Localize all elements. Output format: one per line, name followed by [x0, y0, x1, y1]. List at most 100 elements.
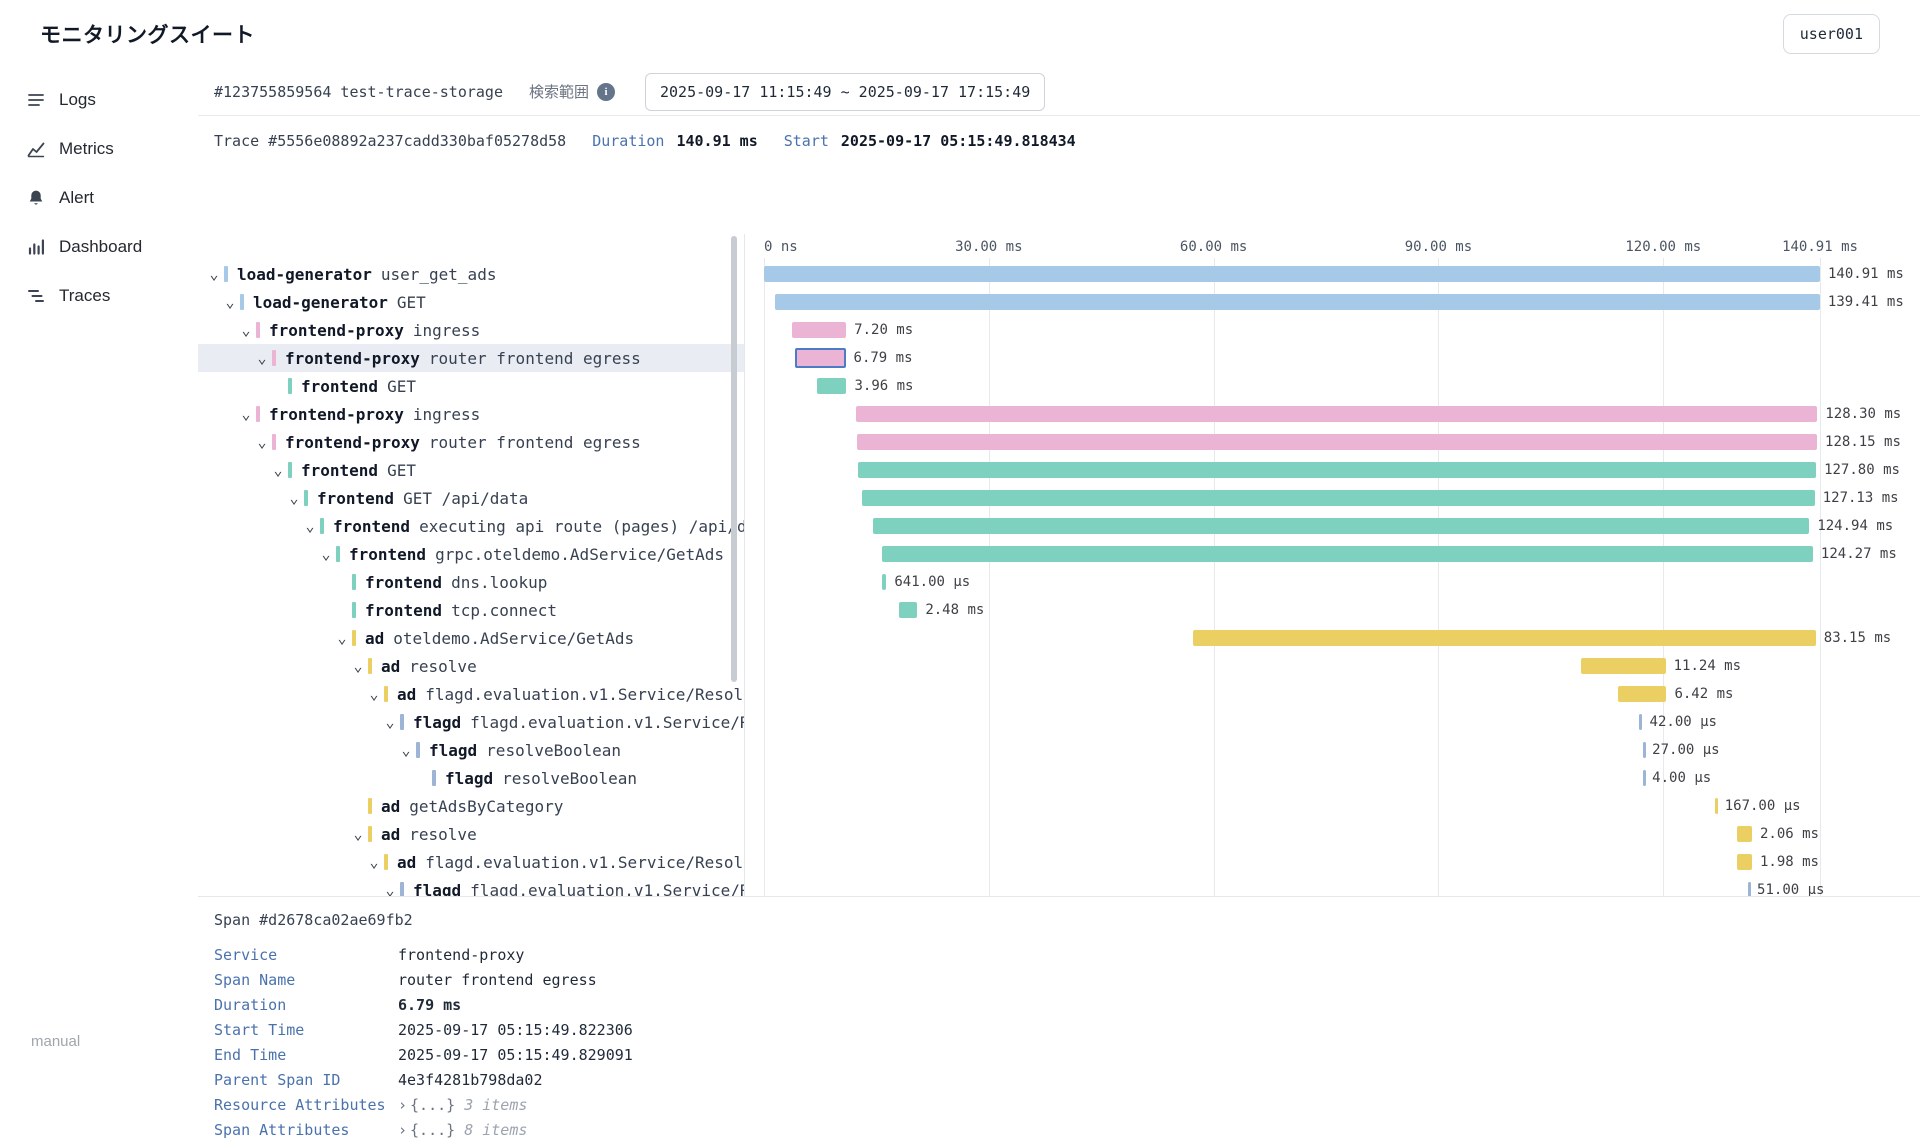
span-tree-row[interactable]: frontenddns.lookup: [198, 568, 744, 596]
chevron-down-icon[interactable]: ⌄: [348, 656, 368, 676]
span-tree-row[interactable]: ⌄adflagd.evaluation.v1.Service/ResolveBo…: [198, 848, 744, 876]
time-range-button[interactable]: 2025-09-17 11:15:49 ~ 2025-09-17 17:15:4…: [645, 73, 1045, 111]
span-bar[interactable]: [1715, 798, 1718, 814]
user-button[interactable]: user001: [1783, 14, 1880, 54]
span-tree-row[interactable]: ⌄adresolve: [198, 820, 744, 848]
span-tree-row[interactable]: ⌄frontend-proxyingress: [198, 400, 744, 428]
duration-link[interactable]: Duration: [592, 132, 664, 150]
field-value[interactable]: ›{...}8 items: [398, 1121, 527, 1139]
waterfall-row[interactable]: 124.27 ms: [764, 540, 1820, 568]
span-bar[interactable]: [1643, 742, 1646, 758]
span-bar[interactable]: [1737, 854, 1752, 870]
sidebar-item-dashboard[interactable]: Dashboard: [0, 227, 198, 267]
span-tree-row[interactable]: flagdresolveBoolean: [198, 764, 744, 792]
span-bar[interactable]: [1618, 686, 1666, 702]
span-bar[interactable]: [1748, 882, 1751, 896]
span-bar[interactable]: [862, 490, 1815, 506]
chevron-down-icon[interactable]: ⌄: [396, 740, 416, 760]
waterfall-row[interactable]: 51.00 µs: [764, 876, 1820, 896]
chevron-down-icon[interactable]: ⌄: [348, 824, 368, 844]
span-bar[interactable]: [899, 602, 918, 618]
waterfall-row[interactable]: 127.80 ms: [764, 456, 1820, 484]
span-bar[interactable]: [1639, 714, 1642, 730]
span-bar[interactable]: [1193, 630, 1816, 646]
span-tree-row[interactable]: ⌄load-generatorGET: [198, 288, 744, 316]
sidebar-item-traces[interactable]: Traces: [0, 276, 198, 316]
waterfall-row[interactable]: 124.94 ms: [764, 512, 1820, 540]
waterfall-row[interactable]: 2.48 ms: [764, 596, 1820, 624]
field-value[interactable]: ›{...}3 items: [398, 1096, 527, 1114]
waterfall-row[interactable]: 139.41 ms: [764, 288, 1820, 316]
span-tree-row[interactable]: ⌄adoteldemo.AdService/GetAds: [198, 624, 744, 652]
chevron-down-icon[interactable]: ⌄: [380, 880, 400, 896]
waterfall-row[interactable]: 27.00 µs: [764, 736, 1820, 764]
chevron-down-icon[interactable]: ⌄: [204, 264, 224, 284]
span-bar[interactable]: [817, 378, 847, 394]
waterfall-row[interactable]: 128.30 ms: [764, 400, 1820, 428]
chevron-down-icon[interactable]: ⌄: [252, 432, 272, 452]
waterfall-row[interactable]: 42.00 µs: [764, 708, 1820, 736]
span-bar[interactable]: [882, 574, 887, 590]
span-bar[interactable]: [1643, 770, 1646, 786]
span-bar[interactable]: [873, 518, 1809, 534]
waterfall-row[interactable]: 11.24 ms: [764, 652, 1820, 680]
chevron-down-icon[interactable]: ⌄: [332, 628, 352, 648]
waterfall-row[interactable]: 2.06 ms: [764, 820, 1820, 848]
chevron-down-icon[interactable]: ⌄: [220, 292, 240, 312]
start-link[interactable]: Start: [784, 132, 829, 150]
waterfall-row[interactable]: 83.15 ms: [764, 624, 1820, 652]
tree-scrollbar[interactable]: [731, 236, 737, 682]
sidebar-item-metrics[interactable]: Metrics: [0, 129, 198, 169]
span-tree-row[interactable]: ⌄load-generatoruser_get_ads: [198, 260, 744, 288]
span-bar[interactable]: [858, 462, 1816, 478]
waterfall-row[interactable]: 6.79 ms: [764, 344, 1820, 372]
waterfall-row[interactable]: 641.00 µs: [764, 568, 1820, 596]
span-tree-row[interactable]: ⌄frontend-proxyrouter frontend egress: [198, 344, 744, 372]
waterfall-row[interactable]: 3.96 ms: [764, 372, 1820, 400]
chevron-down-icon[interactable]: ⌄: [300, 516, 320, 536]
span-bar[interactable]: [856, 406, 1817, 422]
span-tree-row[interactable]: ⌄frontendGET /api/data: [198, 484, 744, 512]
span-bar[interactable]: [775, 294, 1820, 310]
span-tree-row[interactable]: ⌄frontend-proxyrouter frontend egress: [198, 428, 744, 456]
span-tree-row[interactable]: ⌄flagdflagd.evaluation.v1.Service/Resolv…: [198, 708, 744, 736]
span-tree-row[interactable]: ⌄frontend-proxyingress: [198, 316, 744, 344]
sidebar-item-alert[interactable]: Alert: [0, 178, 198, 218]
chevron-down-icon[interactable]: ⌄: [236, 320, 256, 340]
chevron-down-icon[interactable]: ⌄: [268, 460, 288, 480]
span-bar[interactable]: [1581, 658, 1665, 674]
chevron-down-icon[interactable]: ⌄: [316, 544, 336, 564]
chevron-down-icon[interactable]: ⌄: [364, 684, 384, 704]
chevron-down-icon[interactable]: ⌄: [252, 348, 272, 368]
waterfall-row[interactable]: 167.00 µs: [764, 792, 1820, 820]
span-bar[interactable]: [1737, 826, 1752, 842]
chevron-down-icon[interactable]: ⌄: [284, 488, 304, 508]
waterfall-row[interactable]: 4.00 µs: [764, 764, 1820, 792]
span-bar-selected[interactable]: [795, 348, 846, 368]
waterfall-row[interactable]: 6.42 ms: [764, 680, 1820, 708]
span-bar[interactable]: [792, 322, 846, 338]
chevron-down-icon[interactable]: ⌄: [236, 404, 256, 424]
span-tree-row[interactable]: ⌄frontendexecuting api route (pages) /ap…: [198, 512, 744, 540]
waterfall-row[interactable]: 1.98 ms: [764, 848, 1820, 876]
waterfall-row[interactable]: 140.91 ms: [764, 260, 1820, 288]
span-tree-row[interactable]: ⌄frontendGET: [198, 456, 744, 484]
chevron-down-icon[interactable]: ⌄: [364, 852, 384, 872]
span-tree-row[interactable]: ⌄adresolve: [198, 652, 744, 680]
span-bar[interactable]: [764, 266, 1820, 282]
waterfall-row[interactable]: 127.13 ms: [764, 484, 1820, 512]
span-bar[interactable]: [857, 434, 1817, 450]
span-tree-row[interactable]: ⌄flagdresolveBoolean: [198, 736, 744, 764]
info-icon[interactable]: i: [597, 83, 615, 101]
waterfall-row[interactable]: 7.20 ms: [764, 316, 1820, 344]
span-tree-row[interactable]: ⌄frontendgrpc.oteldemo.AdService/GetAds: [198, 540, 744, 568]
sidebar-item-logs[interactable]: Logs: [0, 80, 198, 120]
span-tree-row[interactable]: adgetAdsByCategory: [198, 792, 744, 820]
span-tree-row[interactable]: frontendGET: [198, 372, 744, 400]
span-tree-row[interactable]: frontendtcp.connect: [198, 596, 744, 624]
expand-caret-icon[interactable]: ›: [398, 1096, 407, 1114]
span-bar[interactable]: [882, 546, 1813, 562]
chevron-down-icon[interactable]: ⌄: [380, 712, 400, 732]
waterfall-row[interactable]: 128.15 ms: [764, 428, 1820, 456]
span-tree-row[interactable]: ⌄adflagd.evaluation.v1.Service/ResolveBo…: [198, 680, 744, 708]
